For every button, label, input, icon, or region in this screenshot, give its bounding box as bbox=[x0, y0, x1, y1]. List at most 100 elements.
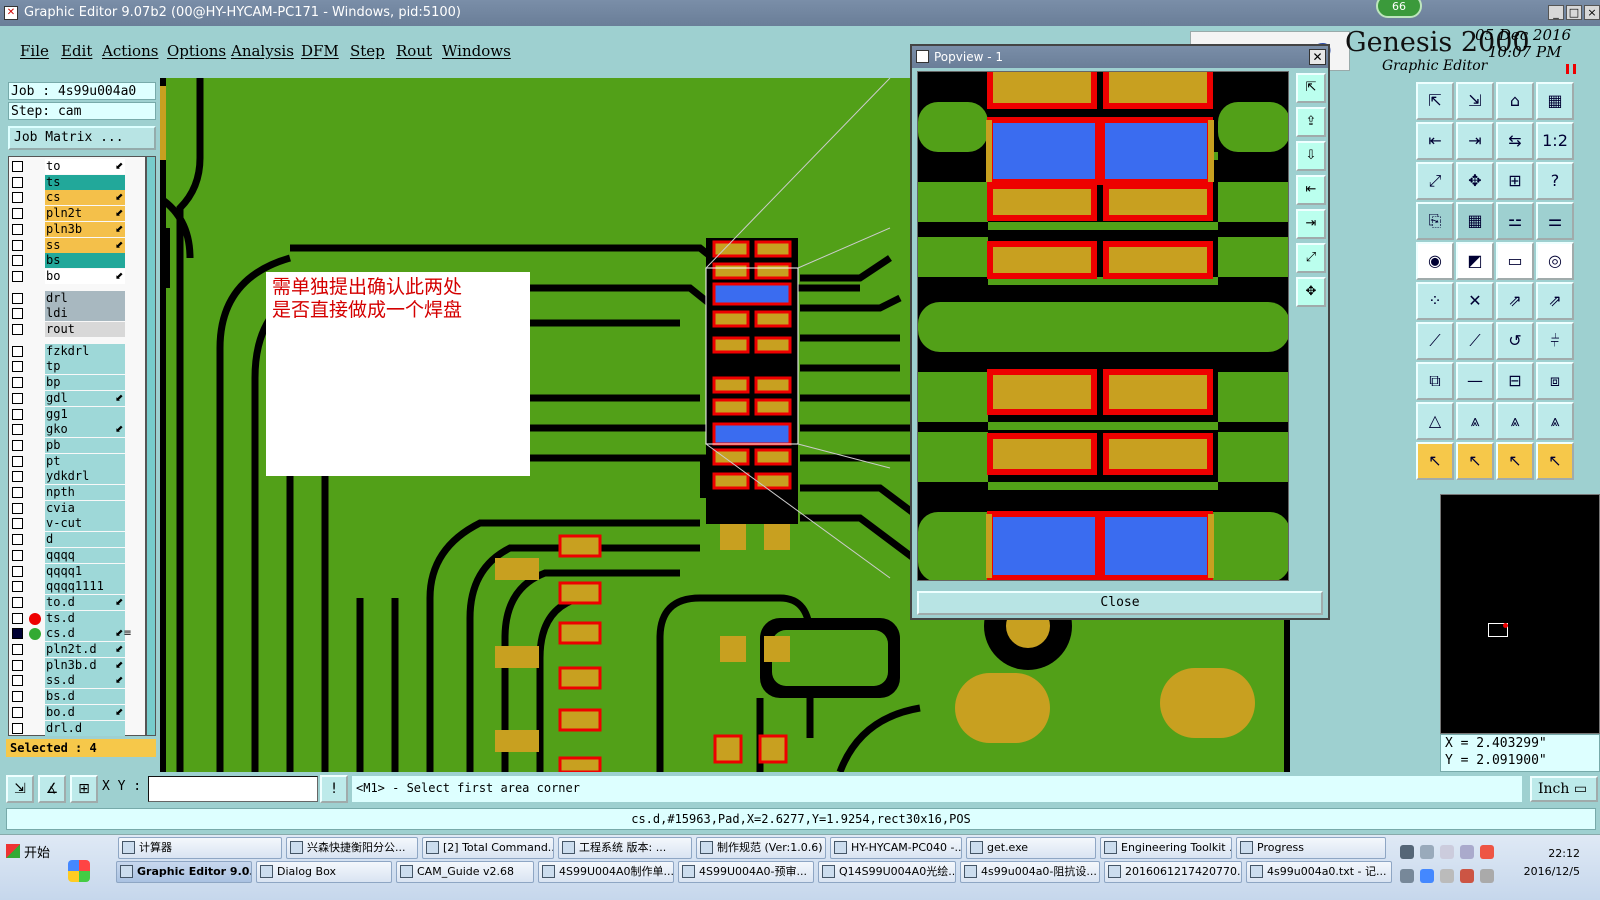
tool-button-icon[interactable]: ◉ bbox=[1416, 242, 1454, 280]
layer-name[interactable]: v-cut bbox=[45, 516, 125, 532]
layer-name[interactable]: pln3b bbox=[45, 221, 125, 237]
layer-name[interactable]: qqqq bbox=[45, 547, 125, 563]
layer-row[interactable]: pb bbox=[9, 437, 145, 453]
layer-name[interactable]: d bbox=[45, 532, 125, 548]
tool-button-icon[interactable]: ⚍ bbox=[1496, 202, 1534, 240]
taskbar-item[interactable]: Progress bbox=[1236, 837, 1386, 859]
popview-close-icon[interactable]: ✕ bbox=[1309, 49, 1326, 65]
layer-name[interactable]: bs.d bbox=[45, 689, 125, 705]
layer-checkbox[interactable] bbox=[12, 487, 23, 498]
layer-checkbox[interactable] bbox=[12, 549, 23, 561]
grid-icon[interactable]: ⊞ bbox=[70, 775, 98, 803]
layer-row[interactable]: qqqq bbox=[9, 547, 145, 563]
layer-checkbox[interactable] bbox=[12, 345, 23, 357]
layer-checkbox[interactable] bbox=[12, 408, 23, 420]
menu-options[interactable]: Options bbox=[167, 42, 226, 60]
network-status-icon[interactable] bbox=[1480, 869, 1494, 883]
layer-row[interactable]: gdl ⬋ bbox=[9, 390, 145, 406]
layer-row[interactable]: gko ⬋ bbox=[9, 422, 145, 438]
layer-checkbox[interactable] bbox=[12, 176, 23, 188]
layer-checkbox[interactable] bbox=[12, 377, 23, 389]
layer-checkbox[interactable] bbox=[12, 208, 23, 220]
layer-row[interactable]: ts.d bbox=[9, 610, 145, 626]
layer-name[interactable]: cs bbox=[45, 190, 125, 206]
layer-name[interactable]: rout bbox=[45, 322, 125, 337]
layer-name[interactable]: pln2t bbox=[45, 206, 125, 222]
layer-checkbox[interactable] bbox=[12, 596, 23, 608]
layer-checkbox[interactable] bbox=[12, 292, 23, 304]
popview-zoom-out-icon[interactable]: ⇩ bbox=[1296, 141, 1326, 171]
layer-row[interactable]: pln2t.d ⬋ bbox=[9, 642, 145, 657]
layer-name[interactable]: ss bbox=[45, 237, 125, 253]
tool-button-icon[interactable]: ⇲ bbox=[1456, 82, 1494, 120]
taskbar-item[interactable]: 4s99u004a0-阻抗设... bbox=[960, 861, 1100, 883]
layer-row[interactable]: v-cut bbox=[9, 516, 145, 532]
menu-actions[interactable]: Actions bbox=[102, 42, 158, 60]
layer-checkbox[interactable] bbox=[12, 644, 23, 655]
tool-button-icon[interactable]: ⩓ bbox=[1496, 402, 1534, 440]
layer-row[interactable]: ss ⬋ bbox=[9, 237, 145, 253]
tool-button-icon[interactable]: ⊟ bbox=[1496, 362, 1534, 400]
tool-button-icon[interactable]: — bbox=[1456, 362, 1494, 400]
tool-button-icon[interactable]: ⊞ bbox=[1496, 162, 1534, 200]
layer-checkbox[interactable] bbox=[12, 722, 23, 734]
layer-name[interactable]: drl bbox=[45, 290, 125, 306]
layer-checkbox[interactable] bbox=[12, 223, 23, 235]
tool-button-icon[interactable]: ⇗ bbox=[1496, 282, 1534, 320]
layer-name[interactable]: bp bbox=[45, 375, 125, 391]
layer-checkbox[interactable] bbox=[12, 706, 23, 718]
popview-zoom-home-icon[interactable]: ⇱ bbox=[1296, 73, 1326, 103]
tool-button-icon[interactable]: △ bbox=[1416, 402, 1454, 440]
layer-row[interactable]: pln3b.d ⬋ bbox=[9, 657, 145, 673]
tool-button-icon[interactable]: ⩓ bbox=[1536, 402, 1574, 440]
close-button[interactable]: × bbox=[1584, 5, 1600, 20]
layer-checkbox[interactable] bbox=[12, 502, 23, 514]
tool-button-icon[interactable]: ⧈ bbox=[1536, 362, 1574, 400]
device-icon[interactable] bbox=[1440, 845, 1454, 859]
overview-minimap[interactable] bbox=[1440, 494, 1600, 734]
layer-row[interactable]: qqqq1111 bbox=[9, 579, 145, 595]
xy-input[interactable] bbox=[148, 776, 318, 802]
layer-checkbox[interactable] bbox=[12, 161, 23, 172]
layer-row[interactable]: d bbox=[9, 532, 145, 548]
alert-icon[interactable]: ! bbox=[320, 775, 348, 803]
security-icon[interactable] bbox=[1420, 869, 1434, 883]
layer-name[interactable]: to.d bbox=[45, 594, 125, 610]
layer-row[interactable]: bs bbox=[9, 253, 145, 269]
layer-row[interactable]: bo.d ⬋ bbox=[9, 704, 145, 720]
taskbar-item[interactable]: [2] Total Command... bbox=[422, 837, 554, 859]
display-icon[interactable] bbox=[1460, 845, 1474, 859]
tool-button-icon[interactable]: ◩ bbox=[1456, 242, 1494, 280]
taskbar-item[interactable]: 4S99U004A0制作单... bbox=[538, 861, 674, 883]
taskbar-item[interactable]: 4s99u004a0.txt - 记... bbox=[1246, 861, 1392, 883]
app-tray-icon[interactable] bbox=[1460, 869, 1474, 883]
layer-checkbox[interactable] bbox=[12, 534, 23, 546]
layer-name[interactable]: ts bbox=[45, 174, 125, 190]
layer-name[interactable]: bo.d bbox=[45, 704, 125, 720]
layer-row[interactable]: ydkdrl bbox=[9, 469, 145, 485]
snap-icon[interactable]: ⇲ bbox=[6, 775, 34, 803]
taskbar-item[interactable]: 2016061217420770... bbox=[1104, 861, 1242, 883]
layer-name[interactable]: qqqq1 bbox=[45, 563, 125, 579]
network-icon[interactable] bbox=[1400, 845, 1414, 859]
tool-button-icon[interactable]: ↖ bbox=[1536, 442, 1574, 480]
layer-list-scrollbar[interactable] bbox=[146, 156, 156, 736]
layer-name[interactable]: cs.d bbox=[45, 626, 125, 642]
layer-checkbox[interactable] bbox=[12, 392, 23, 404]
update-icon[interactable] bbox=[1480, 845, 1494, 859]
layer-name[interactable]: ldi bbox=[45, 306, 125, 322]
volume-icon[interactable] bbox=[1440, 869, 1454, 883]
tool-button-icon[interactable]: ⇆ bbox=[1496, 122, 1534, 160]
menu-rout[interactable]: Rout bbox=[396, 42, 432, 60]
layer-checkbox[interactable] bbox=[12, 628, 23, 640]
layer-name[interactable]: pt bbox=[45, 453, 125, 469]
layer-row[interactable]: pt bbox=[9, 453, 145, 469]
layer-name[interactable]: fzkdrl bbox=[45, 343, 125, 359]
layer-checkbox[interactable] bbox=[12, 581, 23, 593]
menu-edit[interactable]: Edit bbox=[61, 42, 92, 60]
layer-name[interactable]: ss.d bbox=[45, 673, 125, 689]
layer-row[interactable]: to.d ⬋ bbox=[9, 594, 145, 610]
tool-button-icon[interactable]: ▭ bbox=[1496, 242, 1534, 280]
layer-name[interactable]: tp bbox=[45, 359, 125, 375]
layer-row[interactable]: drl bbox=[9, 290, 145, 306]
